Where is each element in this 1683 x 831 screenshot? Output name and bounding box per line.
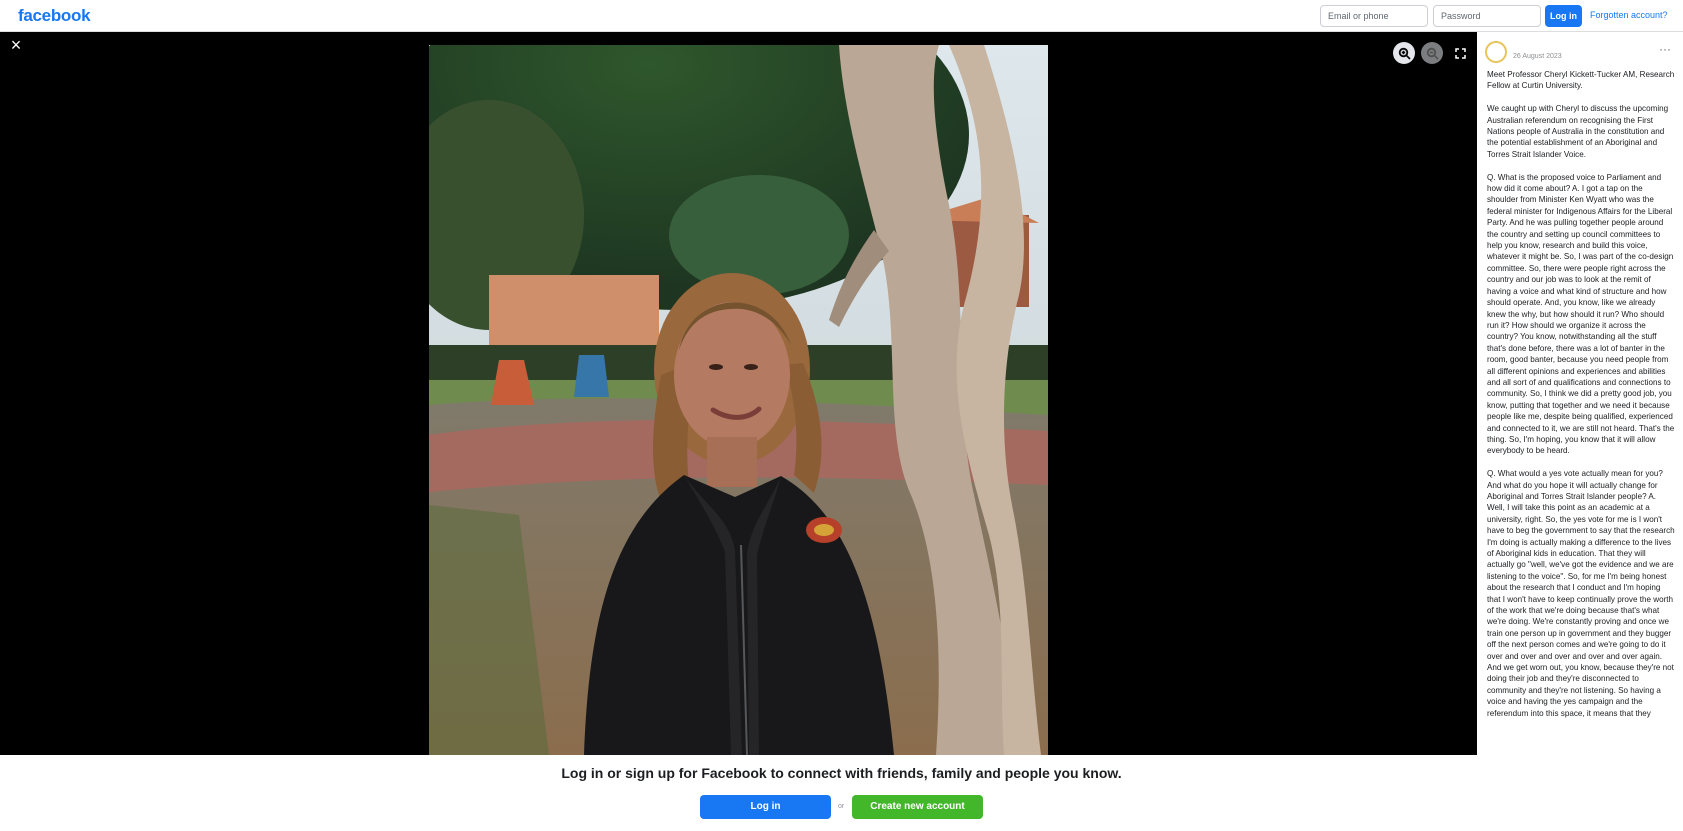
create-account-button[interactable]: Create new account: [852, 795, 983, 819]
close-icon[interactable]: ×: [8, 36, 24, 54]
zoom-in-icon[interactable]: [1393, 42, 1415, 64]
more-options-icon[interactable]: ···: [1659, 42, 1671, 56]
post-text: Meet Professor Cheryl Kickett-Tucker AM,…: [1487, 69, 1675, 731]
banner-login-button[interactable]: Log in: [700, 795, 831, 819]
zoom-out-icon[interactable]: [1421, 42, 1443, 64]
login-prompt-banner: Log in or sign up for Facebook to connec…: [0, 755, 1683, 831]
forgotten-account-link[interactable]: Forgotten account?: [1590, 10, 1668, 20]
post-paragraph-question-two: Q. What would a yes vote actually mean f…: [1487, 469, 1675, 718]
facebook-logo[interactable]: facebook: [18, 6, 91, 26]
post-photo: [429, 45, 1048, 755]
email-input[interactable]: [1320, 5, 1428, 27]
page-avatar[interactable]: [1485, 41, 1507, 63]
post-paragraph-context: We caught up with Cheryl to discuss the …: [1487, 104, 1669, 159]
post-details-panel: 26 August 2023 ··· Meet Professor Cheryl…: [1477, 32, 1683, 755]
post-paragraph-question-one: Q. What is the proposed voice to Parliam…: [1487, 172, 1675, 456]
photo-illustration: [429, 45, 1048, 755]
top-navigation: facebook Log in Forgotten account?: [0, 0, 1683, 32]
post-date[interactable]: 26 August 2023: [1513, 53, 1562, 60]
fullscreen-icon[interactable]: [1451, 42, 1469, 64]
password-input[interactable]: [1433, 5, 1541, 27]
header-login-button[interactable]: Log in: [1545, 5, 1582, 27]
photo-viewer: ×: [0, 32, 1477, 755]
post-paragraph-intro: Meet Professor Cheryl Kickett-Tucker AM,…: [1487, 70, 1675, 91]
or-separator: or: [838, 803, 845, 810]
login-prompt-text: Log in or sign up for Facebook to connec…: [561, 765, 1122, 781]
